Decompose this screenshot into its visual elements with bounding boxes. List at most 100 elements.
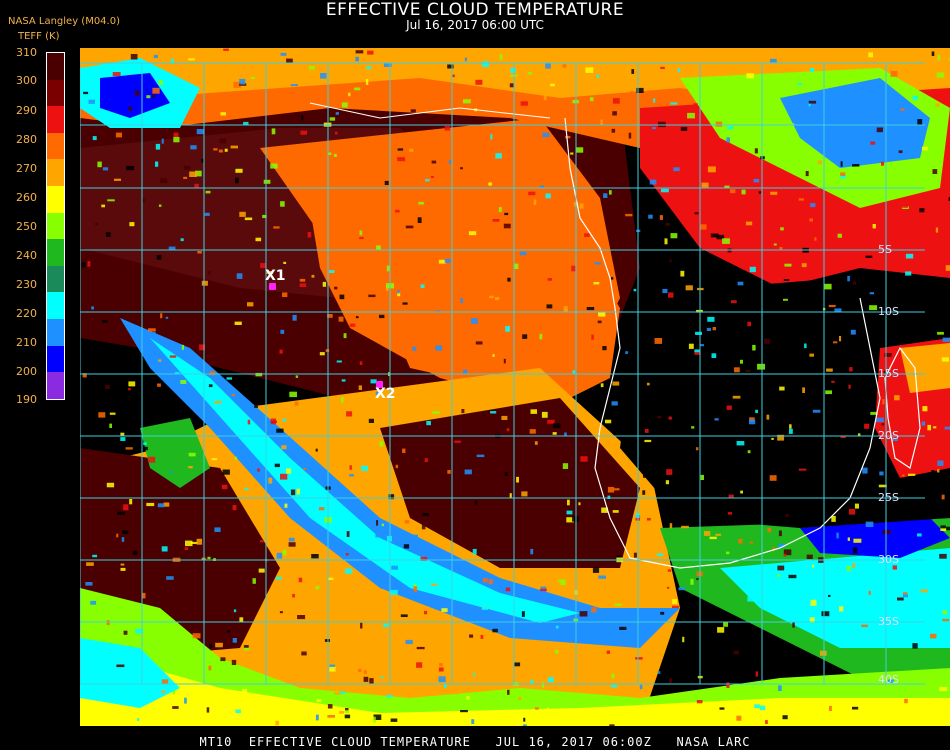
legend-tick-label: 290 — [16, 104, 37, 117]
cloud-speckle — [109, 412, 116, 415]
cloud-speckle — [402, 448, 406, 453]
cloud-speckle — [771, 294, 777, 299]
cloud-speckle — [463, 369, 468, 374]
cloud-speckle — [209, 371, 216, 376]
cloud-speckle — [325, 349, 330, 353]
cloud-speckle — [192, 633, 201, 639]
cloud-speckle — [219, 138, 227, 144]
cloud-speckle — [670, 233, 678, 239]
cloud-speckle — [475, 79, 483, 85]
cloud-speckle — [695, 57, 699, 60]
cloud-speckle — [602, 346, 607, 351]
cloud-speckle — [726, 137, 730, 143]
cloud-speckle — [155, 161, 159, 167]
cloud-speckle — [324, 639, 330, 642]
cloud-speckle — [555, 364, 559, 369]
cloud-speckle — [368, 294, 376, 298]
cloud-speckle — [695, 331, 702, 335]
cloud-speckle — [315, 448, 318, 452]
cloud-speckle — [778, 530, 782, 537]
cloud-speckle — [142, 446, 148, 451]
cloud-speckle — [207, 556, 211, 560]
legend-tick-label: 240 — [16, 249, 37, 262]
cloud-speckle — [98, 412, 106, 418]
legend-swatch — [47, 319, 64, 346]
cloud-speckle — [161, 690, 165, 694]
cloud-speckle — [941, 494, 945, 500]
cloud-speckle — [869, 292, 874, 295]
latitude-label: 10S — [878, 305, 899, 318]
cloud-speckle — [579, 611, 588, 617]
cloud-speckle — [91, 306, 94, 310]
cloud-speckle — [447, 470, 451, 474]
cloud-speckle — [740, 359, 743, 364]
cloud-speckle — [405, 639, 413, 645]
cloud-speckle — [112, 72, 121, 77]
cloud-speckle — [506, 428, 510, 432]
cloud-speckle — [852, 562, 856, 568]
cloud-speckle — [670, 102, 678, 105]
cloud-speckle — [86, 562, 94, 566]
cloud-speckle — [230, 145, 238, 149]
legend-swatch — [47, 292, 64, 320]
cloud-speckle — [722, 238, 730, 244]
cloud-speckle — [519, 251, 527, 256]
legend-tick-label: 310 — [16, 46, 37, 59]
cloud-speckle — [280, 473, 288, 480]
cloud-speckle — [234, 456, 237, 461]
cloud-speckle — [188, 585, 197, 589]
cloud-speckle — [417, 217, 422, 223]
cloud-speckle — [282, 549, 287, 556]
cloud-speckle — [939, 553, 947, 559]
cloud-speckle — [363, 676, 369, 682]
cloud-speckle — [114, 178, 121, 181]
cloud-speckle — [847, 537, 850, 541]
cloud-speckle — [672, 605, 679, 608]
cloud-speckle — [591, 607, 597, 613]
cloud-speckle — [220, 112, 226, 116]
cloud-speckle — [208, 665, 212, 671]
cloud-speckle — [152, 87, 160, 94]
cloud-speckle — [669, 259, 672, 263]
cloud-speckle — [425, 179, 430, 182]
cloud-speckle — [220, 657, 226, 662]
cloud-speckle — [755, 409, 758, 413]
cloud-speckle — [128, 106, 132, 111]
cloud-speckle — [829, 705, 832, 711]
cloud-speckle — [115, 132, 122, 138]
cloud-speckle — [345, 568, 353, 574]
cloud-speckle — [894, 395, 900, 401]
cloud-speckle — [300, 130, 307, 135]
cloud-speckle — [892, 580, 895, 585]
cloud-speckle — [97, 161, 102, 168]
cloud-speckle — [158, 359, 162, 362]
cloud-speckle — [503, 358, 506, 364]
cloud-speckle — [152, 94, 156, 98]
cloud-speckle — [579, 203, 584, 209]
cloud-speckle — [244, 217, 253, 221]
cloud-speckle — [90, 600, 97, 605]
cloud-speckle — [386, 535, 392, 542]
cloud-speckle — [426, 420, 431, 426]
cloud-speckle — [666, 469, 673, 475]
cloud-speckle — [83, 91, 89, 95]
cloud-speckle — [817, 160, 823, 165]
cloud-speckle — [435, 345, 443, 351]
cloud-speckle — [208, 271, 211, 275]
cloud-speckle — [644, 428, 649, 433]
cloud-speckle — [180, 238, 184, 242]
cloud-speckle — [682, 636, 685, 643]
cloud-speckle — [633, 288, 637, 292]
cloud-speckle — [120, 563, 125, 566]
cloud-speckle — [286, 58, 293, 64]
cloud-speckle — [236, 554, 242, 559]
cloud-speckle — [480, 634, 484, 639]
cloud-speckle — [492, 218, 500, 222]
cloud-speckle — [678, 587, 686, 591]
cloud-speckle — [747, 321, 751, 327]
cloud-speckle — [613, 488, 620, 491]
cloud-speckle — [510, 67, 516, 73]
cloud-speckle — [255, 372, 263, 377]
cloud-speckle — [308, 66, 315, 70]
cloud-speckle — [810, 599, 817, 606]
